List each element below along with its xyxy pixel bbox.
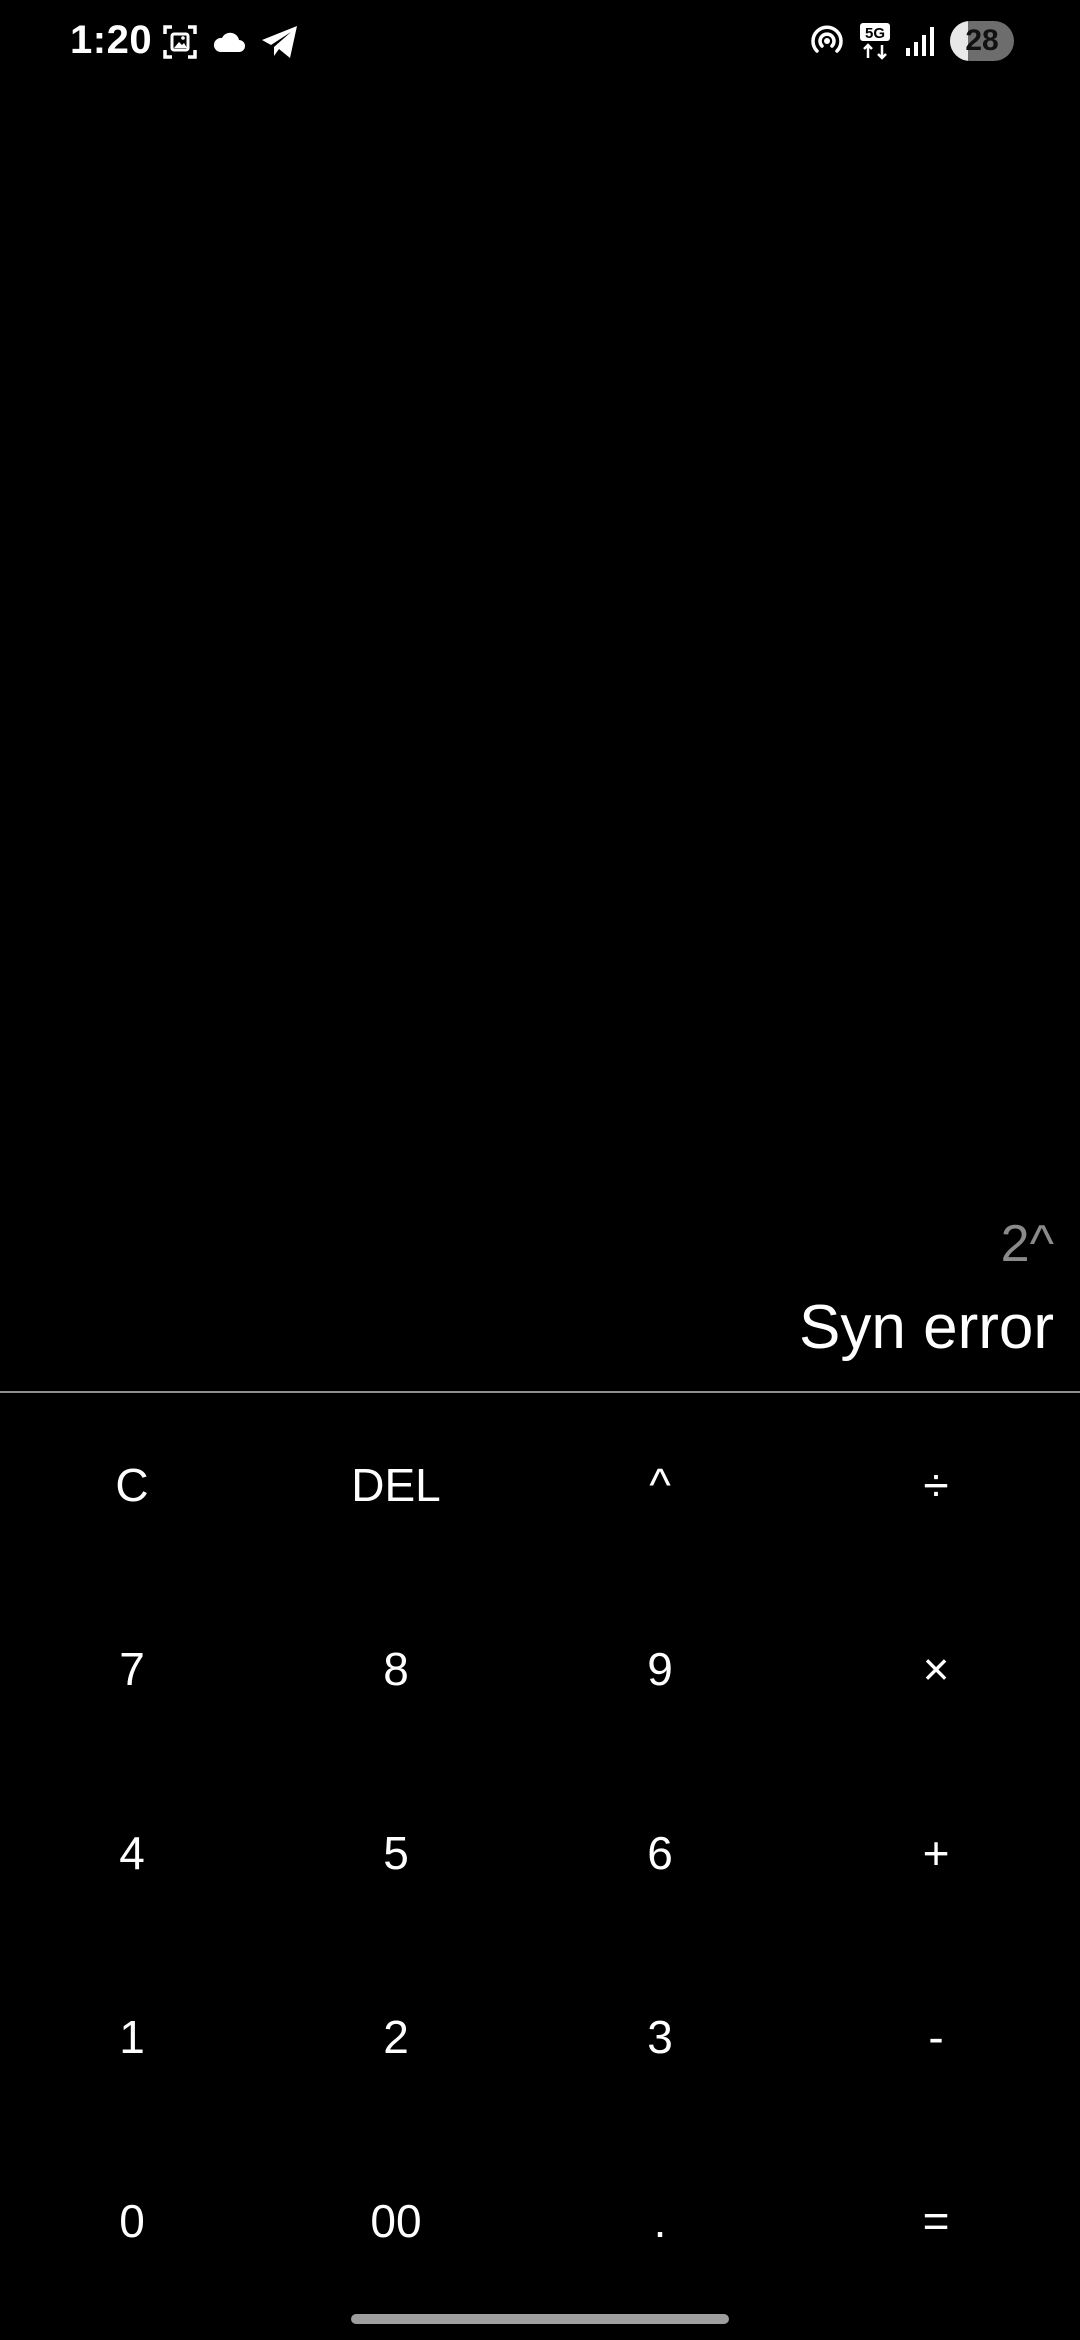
battery-level: 28 [965, 24, 999, 57]
digit-2-key[interactable]: 2 [264, 1945, 528, 2129]
digit-8-key[interactable]: 8 [264, 1577, 528, 1761]
double-zero-key[interactable]: 00 [264, 2129, 528, 2313]
equals-key[interactable]: = [792, 2129, 1080, 2313]
signal-icon [904, 24, 938, 58]
key-label: C [115, 1459, 149, 1511]
notification-icons [162, 20, 300, 64]
calculator-display: 2^ Syn error [0, 84, 1080, 1392]
home-indicator[interactable] [351, 2314, 729, 2324]
digit-9-key[interactable]: 9 [528, 1577, 792, 1761]
expression-text: 2^ [1000, 1215, 1054, 1273]
key-label: - [928, 2011, 944, 2063]
cloud-icon [212, 30, 246, 54]
key-label: 2 [383, 2011, 409, 2063]
result-text: Syn error [799, 1293, 1054, 1362]
digit-7-key[interactable]: 7 [0, 1577, 264, 1761]
hotspot-icon [808, 22, 846, 60]
key-label: = [922, 2195, 950, 2247]
add-key[interactable]: + [792, 1761, 1080, 1945]
digit-1-key[interactable]: 1 [0, 1945, 264, 2129]
key-label: 3 [647, 2011, 673, 2063]
key-label: 00 [370, 2195, 422, 2247]
key-label: ^ [649, 1459, 671, 1511]
power-key[interactable]: ^ [528, 1393, 792, 1577]
battery-icon: 28 [950, 21, 1014, 61]
clear-key[interactable]: C [0, 1393, 264, 1577]
5g-icon: 5G [858, 21, 892, 61]
key-label: × [922, 1643, 950, 1695]
key-label: 1 [119, 2011, 145, 2063]
key-label: 7 [119, 1643, 145, 1695]
digit-0-key[interactable]: 0 [0, 2129, 264, 2313]
key-label: 9 [647, 1643, 673, 1695]
key-label: . [653, 2195, 667, 2247]
keypad: C DEL ^ ÷ 7 8 9 × 4 5 6 +1 2 3-0 00. = [0, 1393, 1080, 2313]
key-label: ÷ [923, 1459, 949, 1511]
key-label: 4 [119, 1827, 145, 1879]
digit-5-key[interactable]: 5 [264, 1761, 528, 1945]
digit-4-key[interactable]: 4 [0, 1761, 264, 1945]
screenshot-icon [162, 24, 198, 60]
telegram-icon [260, 24, 300, 60]
multiply-key[interactable]: × [792, 1577, 1080, 1761]
key-label: 5 [383, 1827, 409, 1879]
status-time: 1:20 [70, 18, 153, 62]
key-label: + [922, 1827, 950, 1879]
digit-3-key[interactable]: 3 [528, 1945, 792, 2129]
key-label: 8 [383, 1643, 409, 1695]
subtract-key[interactable]: - [792, 1945, 1080, 2129]
network-type-label: 5G [865, 25, 885, 42]
key-label: 6 [647, 1827, 673, 1879]
status-bar: 1:20 5G 28 [0, 0, 1080, 84]
system-icons: 5G 28 [808, 18, 1014, 64]
delete-key[interactable]: DEL [264, 1393, 528, 1577]
digit-6-key[interactable]: 6 [528, 1761, 792, 1945]
divide-key[interactable]: ÷ [792, 1393, 1080, 1577]
decimal-key[interactable]: . [528, 2129, 792, 2313]
key-label: 0 [119, 2195, 145, 2247]
key-label: DEL [351, 1459, 441, 1511]
